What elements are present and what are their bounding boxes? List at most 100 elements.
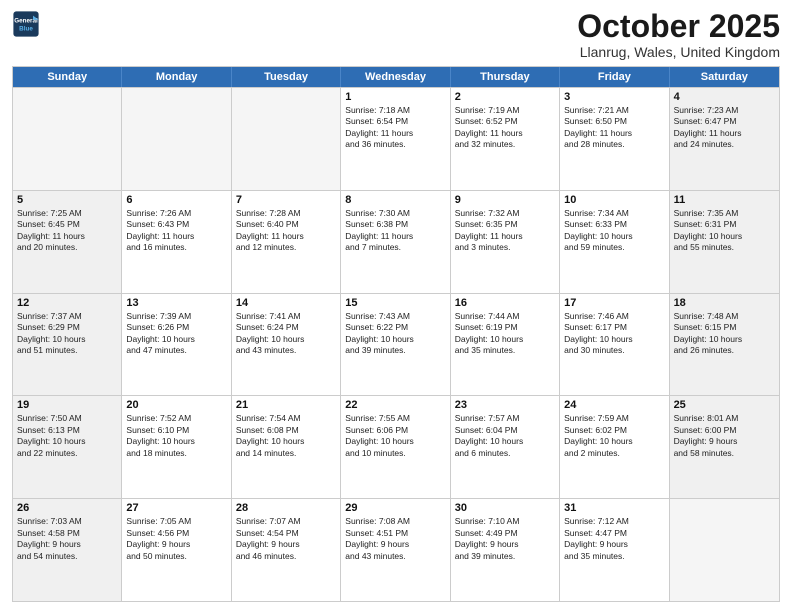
day-number: 26 [17, 502, 117, 514]
header-day-sunday: Sunday [13, 67, 122, 87]
cell-text: Sunrise: 7:41 AMSunset: 6:24 PMDaylight:… [236, 311, 336, 357]
day-cell-13: 13 Sunrise: 7:39 AMSunset: 6:26 PMDayligh… [122, 294, 231, 396]
week-row-3: 12Sunrise: 7:37 AMSunset: 6:29 PMDayligh… [13, 293, 779, 396]
svg-text:Blue: Blue [19, 25, 33, 32]
cell-text: Sunrise: 7:25 AMSunset: 6:45 PMDaylight:… [17, 208, 117, 254]
day-cell-19: 19 Sunrise: 7:50 AMSunset: 6:13 PMDayligh… [13, 396, 122, 498]
calendar: SundayMondayTuesdayWednesdayThursdayFrid… [12, 66, 780, 602]
cell-text: Sunrise: 7:23 AMSunset: 6:47 PMDaylight:… [674, 105, 775, 151]
day-cell-16: 16Sunrise: 7:44 AMSunset: 6:19 PMDayligh… [451, 294, 560, 396]
cell-text: Sunrise: 7:18 AMSunset: 6:54 PMDaylight:… [345, 105, 445, 151]
day-cell-14: 14Sunrise: 7:41 AMSunset: 6:24 PMDayligh… [232, 294, 341, 396]
day-cell-7: 7 Sunrise: 7:28 AMSunset: 6:40 PMDaylight… [232, 191, 341, 293]
day-number: 13 [126, 297, 226, 309]
week-row-4: 19 Sunrise: 7:50 AMSunset: 6:13 PMDayligh… [13, 395, 779, 498]
day-number: 5 [17, 194, 117, 206]
cell-text: Sunrise: 7:34 AMSunset: 6:33 PMDaylight:… [564, 208, 664, 254]
day-cell-26: 26Sunrise: 7:03 AMSunset: 4:58 PMDayligh… [13, 499, 122, 601]
cell-text: Sunrise: 7:48 AMSunset: 6:15 PMDaylight:… [674, 311, 775, 357]
empty-cell [670, 499, 779, 601]
cell-text: Sunrise: 7:44 AMSunset: 6:19 PMDaylight:… [455, 311, 555, 357]
day-cell-3: 3 Sunrise: 7:21 AMSunset: 6:50 PMDaylight… [560, 88, 669, 190]
day-number: 29 [345, 502, 445, 514]
cell-text: Sunrise: 7:21 AMSunset: 6:50 PMDaylight:… [564, 105, 664, 151]
cell-text: Sunrise: 7:05 AMSunset: 4:56 PMDaylight:… [126, 516, 226, 562]
day-number: 22 [345, 399, 445, 411]
day-number: 17 [564, 297, 664, 309]
day-cell-27: 27Sunrise: 7:05 AMSunset: 4:56 PMDayligh… [122, 499, 231, 601]
day-cell-24: 24 Sunrise: 7:59 AMSunset: 6:02 PMDayligh… [560, 396, 669, 498]
cell-text: Sunrise: 7:59 AMSunset: 6:02 PMDaylight:… [564, 413, 664, 459]
day-cell-25: 25Sunrise: 8:01 AMSunset: 6:00 PMDayligh… [670, 396, 779, 498]
day-number: 7 [236, 194, 336, 206]
cell-text: Sunrise: 7:08 AMSunset: 4:51 PMDaylight:… [345, 516, 445, 562]
day-number: 9 [455, 194, 555, 206]
day-number: 15 [345, 297, 445, 309]
cell-text: Sunrise: 7:54 AMSunset: 6:08 PMDaylight:… [236, 413, 336, 459]
week-row-5: 26Sunrise: 7:03 AMSunset: 4:58 PMDayligh… [13, 498, 779, 601]
cell-text: Sunrise: 7:50 AMSunset: 6:13 PMDaylight:… [17, 413, 117, 459]
day-cell-2: 2 Sunrise: 7:19 AMSunset: 6:52 PMDaylight… [451, 88, 560, 190]
day-cell-11: 11 Sunrise: 7:35 AMSunset: 6:31 PMDayligh… [670, 191, 779, 293]
header-day-monday: Monday [122, 67, 231, 87]
day-number: 23 [455, 399, 555, 411]
day-cell-23: 23 Sunrise: 7:57 AMSunset: 6:04 PMDayligh… [451, 396, 560, 498]
header-day-tuesday: Tuesday [232, 67, 341, 87]
day-number: 3 [564, 91, 664, 103]
day-number: 24 [564, 399, 664, 411]
calendar-body: 1 Sunrise: 7:18 AMSunset: 6:54 PMDaylight… [13, 87, 779, 601]
cell-text: Sunrise: 7:07 AMSunset: 4:54 PMDaylight:… [236, 516, 336, 562]
cell-text: Sunrise: 7:26 AMSunset: 6:43 PMDaylight:… [126, 208, 226, 254]
day-number: 21 [236, 399, 336, 411]
cell-text: Sunrise: 7:19 AMSunset: 6:52 PMDaylight:… [455, 105, 555, 151]
day-number: 18 [674, 297, 775, 309]
day-number: 11 [674, 194, 775, 206]
day-cell-12: 12Sunrise: 7:37 AMSunset: 6:29 PMDayligh… [13, 294, 122, 396]
day-cell-17: 17 Sunrise: 7:46 AMSunset: 6:17 PMDayligh… [560, 294, 669, 396]
cell-text: Sunrise: 7:46 AMSunset: 6:17 PMDaylight:… [564, 311, 664, 357]
day-cell-31: 31Sunrise: 7:12 AMSunset: 4:47 PMDayligh… [560, 499, 669, 601]
day-cell-20: 20Sunrise: 7:52 AMSunset: 6:10 PMDayligh… [122, 396, 231, 498]
cell-text: Sunrise: 7:12 AMSunset: 4:47 PMDaylight:… [564, 516, 664, 562]
day-number: 25 [674, 399, 775, 411]
header: General Blue October 2025 Llanrug, Wales… [12, 10, 780, 60]
day-number: 10 [564, 194, 664, 206]
logo-icon: General Blue [12, 10, 40, 38]
cell-text: Sunrise: 7:57 AMSunset: 6:04 PMDaylight:… [455, 413, 555, 459]
empty-cell [122, 88, 231, 190]
week-row-1: 1 Sunrise: 7:18 AMSunset: 6:54 PMDaylight… [13, 87, 779, 190]
header-day-thursday: Thursday [451, 67, 560, 87]
cell-text: Sunrise: 7:30 AMSunset: 6:38 PMDaylight:… [345, 208, 445, 254]
month-title: October 2025 [577, 10, 780, 42]
day-number: 20 [126, 399, 226, 411]
day-cell-21: 21 Sunrise: 7:54 AMSunset: 6:08 PMDayligh… [232, 396, 341, 498]
day-cell-6: 6 Sunrise: 7:26 AMSunset: 6:43 PMDaylight… [122, 191, 231, 293]
header-day-saturday: Saturday [670, 67, 779, 87]
cell-text: Sunrise: 7:43 AMSunset: 6:22 PMDaylight:… [345, 311, 445, 357]
day-number: 8 [345, 194, 445, 206]
day-number: 6 [126, 194, 226, 206]
day-number: 30 [455, 502, 555, 514]
cell-text: Sunrise: 7:55 AMSunset: 6:06 PMDaylight:… [345, 413, 445, 459]
day-number: 1 [345, 91, 445, 103]
day-cell-8: 8 Sunrise: 7:30 AMSunset: 6:38 PMDaylight… [341, 191, 450, 293]
day-cell-10: 10 Sunrise: 7:34 AMSunset: 6:33 PMDayligh… [560, 191, 669, 293]
day-number: 28 [236, 502, 336, 514]
day-number: 4 [674, 91, 775, 103]
day-number: 19 [17, 399, 117, 411]
day-cell-1: 1 Sunrise: 7:18 AMSunset: 6:54 PMDaylight… [341, 88, 450, 190]
logo: General Blue [12, 10, 40, 38]
cell-text: Sunrise: 7:10 AMSunset: 4:49 PMDaylight:… [455, 516, 555, 562]
page: General Blue October 2025 Llanrug, Wales… [0, 0, 792, 612]
day-cell-4: 4 Sunrise: 7:23 AMSunset: 6:47 PMDaylight… [670, 88, 779, 190]
day-cell-18: 18 Sunrise: 7:48 AMSunset: 6:15 PMDayligh… [670, 294, 779, 396]
day-number: 2 [455, 91, 555, 103]
cell-text: Sunrise: 7:35 AMSunset: 6:31 PMDaylight:… [674, 208, 775, 254]
cell-text: Sunrise: 7:28 AMSunset: 6:40 PMDaylight:… [236, 208, 336, 254]
empty-cell [232, 88, 341, 190]
cell-text: Sunrise: 7:39 AMSunset: 6:26 PMDaylight:… [126, 311, 226, 357]
header-day-wednesday: Wednesday [341, 67, 450, 87]
header-day-friday: Friday [560, 67, 669, 87]
cell-text: Sunrise: 7:32 AMSunset: 6:35 PMDaylight:… [455, 208, 555, 254]
empty-cell [13, 88, 122, 190]
